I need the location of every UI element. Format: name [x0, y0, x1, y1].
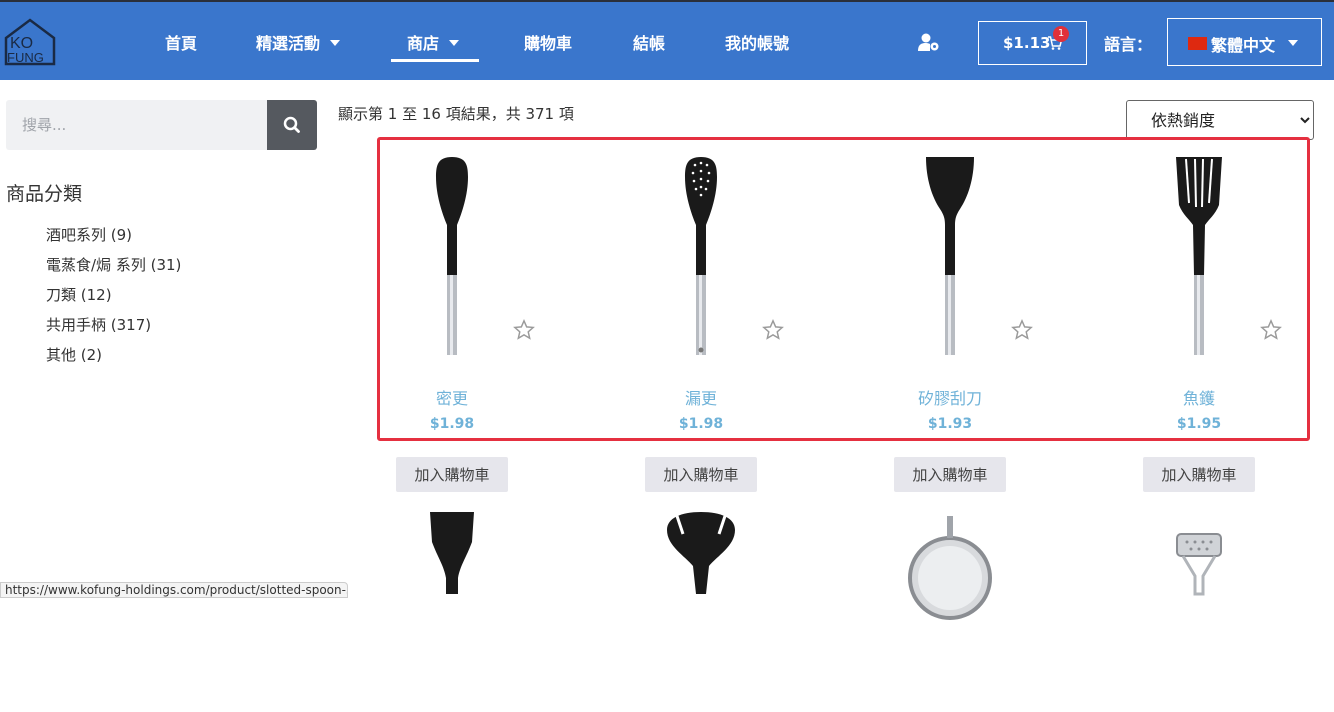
result-count: 顯示第 1 至 16 項結果，共 371 項: [338, 105, 574, 123]
language-label: 語言：: [1104, 35, 1153, 54]
search-icon: [283, 116, 300, 133]
wishlist-star-icon[interactable]: [1011, 319, 1033, 341]
chevron-down-icon: [330, 40, 341, 46]
status-bar-url: https://www.kofung-holdings.com/product/…: [0, 582, 348, 598]
nav-cart[interactable]: 購物車: [524, 30, 572, 54]
nav-my-account[interactable]: 我的帳號: [725, 30, 789, 54]
user-settings-icon[interactable]: [918, 32, 940, 52]
sort-select[interactable]: 依熱銷度: [1126, 100, 1314, 140]
category-item[interactable]: 共用手柄 (317): [46, 314, 151, 335]
category-item[interactable]: 酒吧系列 (9): [46, 224, 132, 245]
product-image[interactable]: [1139, 157, 1259, 357]
language-value: 繁體中文: [1211, 36, 1276, 55]
product-price: $1.95: [1176, 416, 1222, 432]
flag-icon: [1188, 37, 1207, 50]
product-price: $1.98: [429, 416, 475, 432]
language-selector[interactable]: 繁體中文: [1167, 18, 1322, 66]
product-price: $1.98: [678, 416, 724, 432]
product-name[interactable]: 漏更: [621, 385, 781, 409]
nav-shop[interactable]: 商店: [407, 30, 460, 54]
product-name[interactable]: 魚鑊: [1119, 385, 1279, 409]
cart-count-badge: 1: [1053, 26, 1069, 42]
chevron-down-icon: [1288, 40, 1298, 46]
category-item[interactable]: 刀類 (12): [46, 284, 112, 305]
wishlist-star-icon[interactable]: [1260, 319, 1282, 341]
add-to-cart-button[interactable]: 加入購物車: [1143, 457, 1255, 492]
categories-title: 商品分類: [6, 183, 83, 205]
nav-active-indicator: [391, 59, 479, 62]
product-image[interactable]: [641, 512, 761, 712]
product-image[interactable]: [890, 157, 1010, 357]
nav-home[interactable]: 首頁: [165, 30, 197, 54]
category-item[interactable]: 電蒸食/焗 系列 (31): [46, 254, 181, 275]
product-price: $1.93: [927, 416, 973, 432]
product-image[interactable]: [392, 512, 512, 712]
chevron-down-icon: [449, 40, 460, 46]
product-image[interactable]: [392, 157, 512, 357]
add-to-cart-button[interactable]: 加入購物車: [894, 457, 1006, 492]
nav-featured[interactable]: 精選活動: [256, 30, 341, 54]
nav-checkout[interactable]: 結帳: [633, 30, 665, 54]
wishlist-star-icon[interactable]: [762, 319, 784, 341]
search-input[interactable]: [6, 100, 268, 150]
product-name[interactable]: 矽膠刮刀: [870, 385, 1030, 409]
category-item[interactable]: 其他 (2): [46, 344, 102, 365]
product-image[interactable]: [1139, 512, 1259, 712]
product-image[interactable]: [890, 512, 1010, 712]
product-image[interactable]: [641, 157, 761, 357]
site-header: KO FUNG 首頁 精選活動 商店 購物車 結帳 我的帳號 $1.13 1 語…: [0, 0, 1334, 80]
product-name[interactable]: 密更: [372, 385, 532, 409]
add-to-cart-button[interactable]: 加入購物車: [396, 457, 508, 492]
kofung-logo[interactable]: KO FUNG: [4, 18, 56, 66]
logo-text-bottom: FUNG: [7, 50, 44, 65]
wishlist-star-icon[interactable]: [513, 319, 535, 341]
search-button[interactable]: [267, 100, 317, 150]
add-to-cart-button[interactable]: 加入購物車: [645, 457, 757, 492]
cart-amount: $1.13: [1003, 34, 1051, 52]
header-cart-button[interactable]: $1.13 1: [978, 21, 1087, 65]
